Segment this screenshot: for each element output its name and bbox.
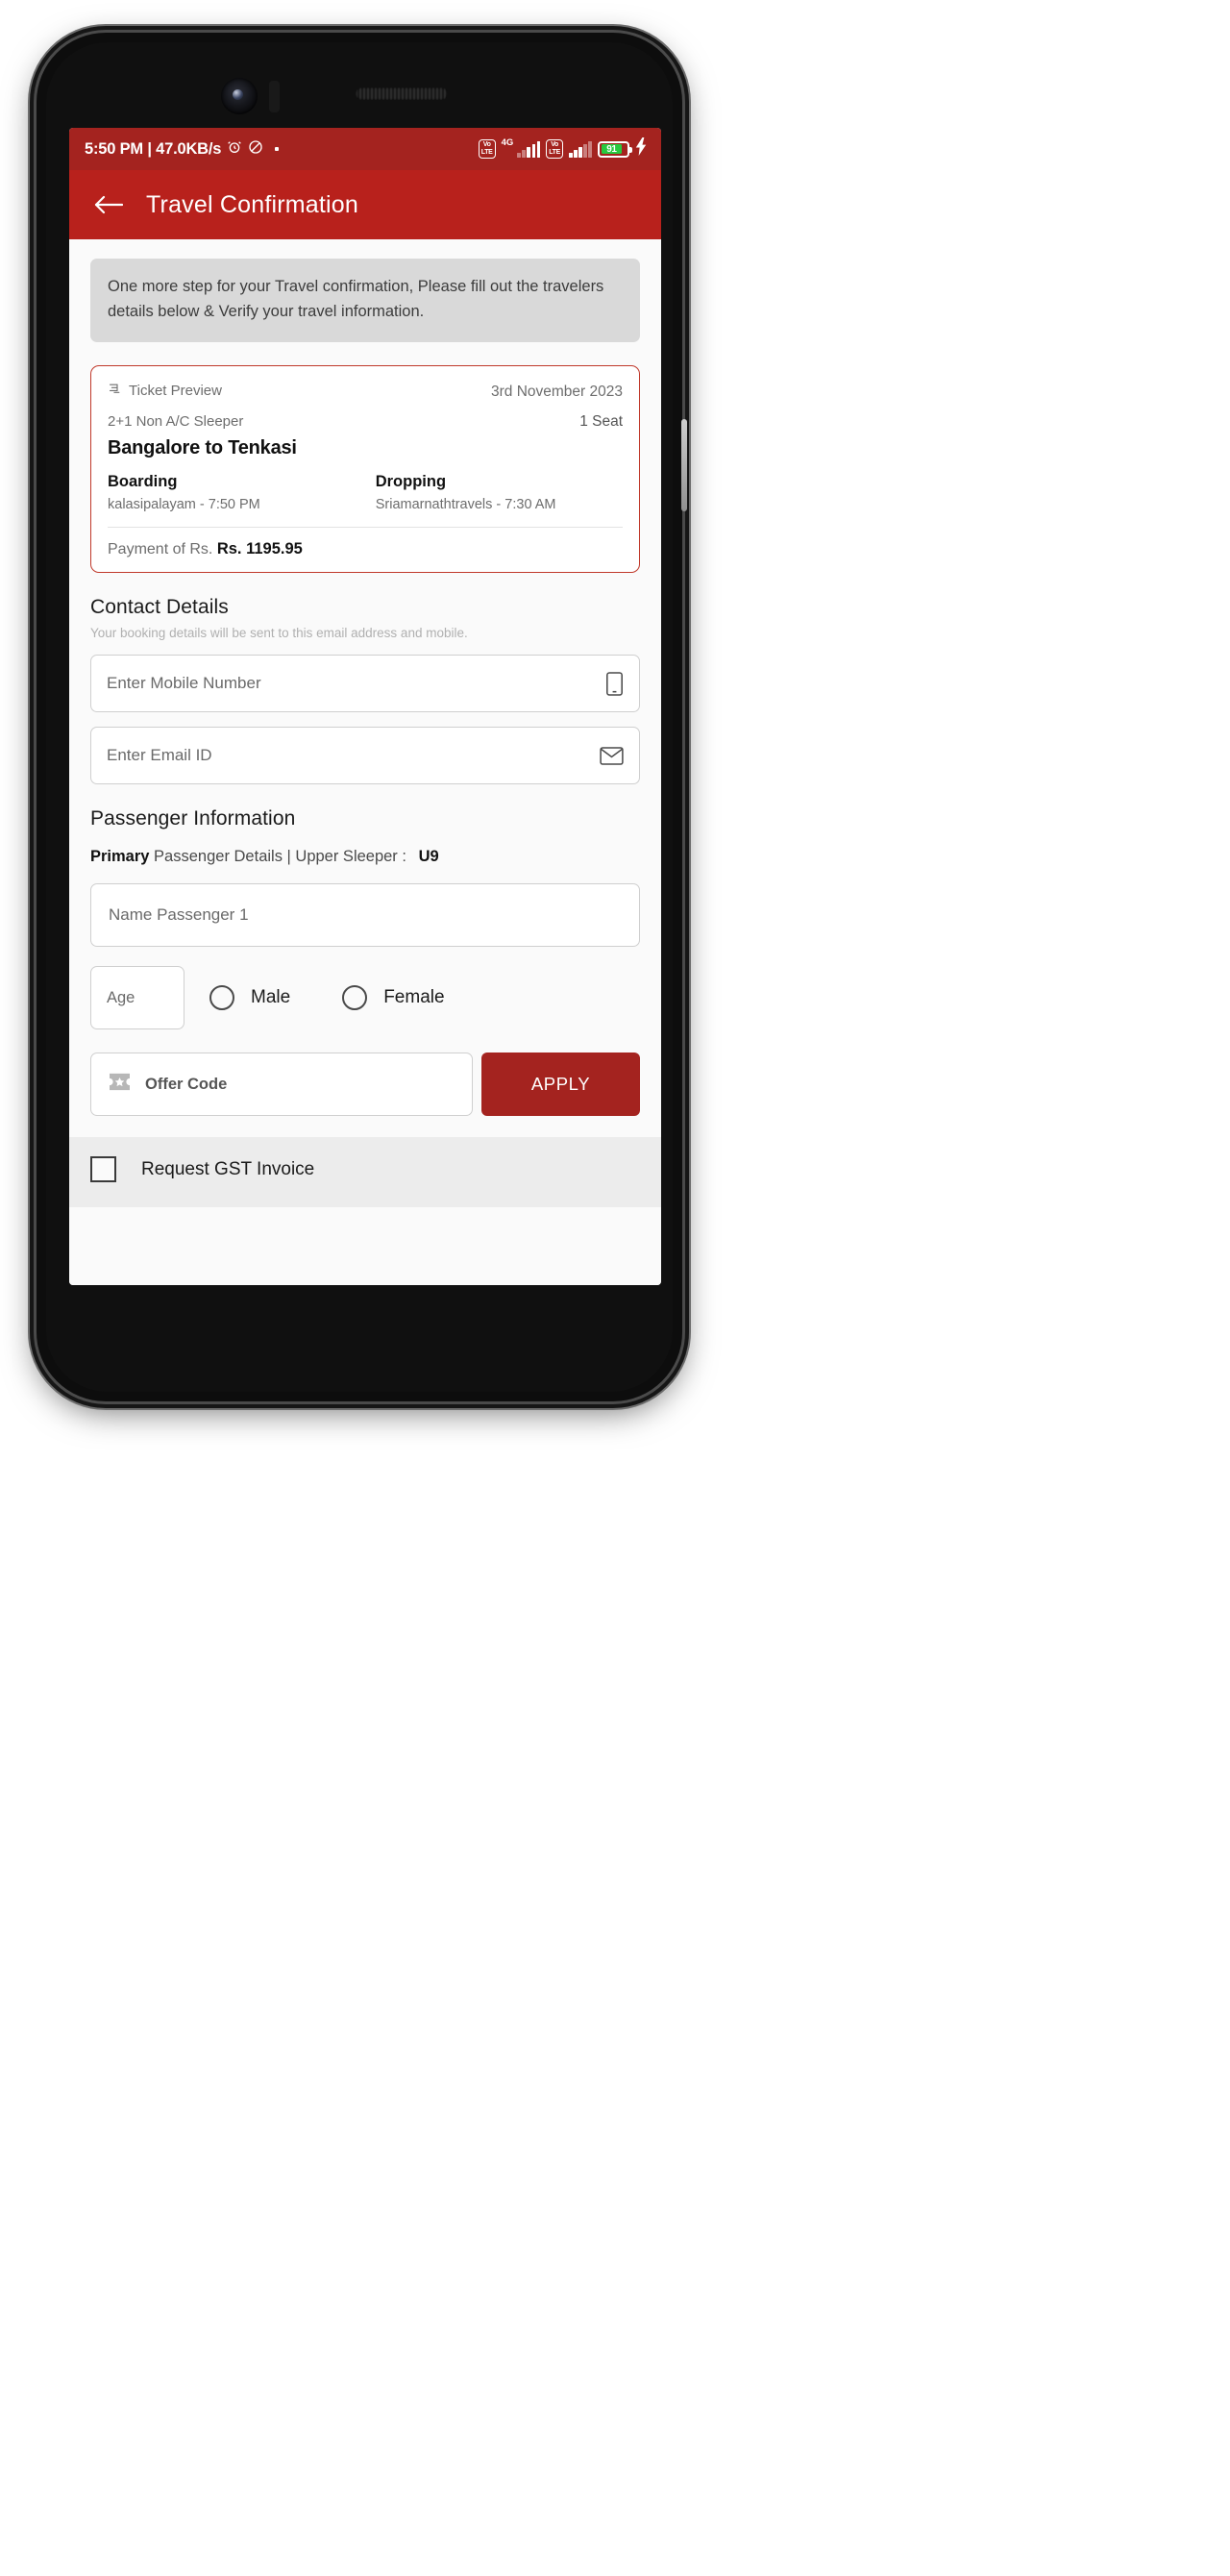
mobile-phone-icon	[605, 671, 624, 696]
status-time-and-speed: 5:50 PM | 47.0KB/s	[85, 139, 222, 158]
gst-invoice-row[interactable]: Request GST Invoice	[69, 1137, 661, 1208]
gender-radio-female[interactable]	[342, 985, 368, 1011]
app-bar: Travel Confirmation	[69, 170, 661, 239]
payment-prefix: Payment of Rs.	[108, 541, 213, 558]
primary-passenger-bold: Primary	[90, 848, 150, 866]
volte-icon-1: Vo LTE	[478, 138, 496, 160]
dropping-block: Dropping Sriamarnathtravels - 7:30 AM	[376, 473, 623, 512]
back-arrow-icon[interactable]	[94, 194, 123, 215]
offer-code-placeholder: Offer Code	[145, 1075, 228, 1093]
offer-code-input[interactable]: Offer Code	[90, 1053, 473, 1117]
battery-icon: 91	[598, 140, 632, 158]
gst-invoice-checkbox[interactable]	[90, 1156, 116, 1183]
earpiece-speaker	[356, 87, 448, 100]
alarm-clock-icon	[227, 139, 242, 160]
gst-invoice-label: Request GST Invoice	[141, 1158, 315, 1179]
age-placeholder: Age	[107, 988, 135, 1006]
seat-count: 1 Seat	[579, 413, 623, 431]
primary-passenger-line: Primary Passenger Details | Upper Sleepe…	[90, 848, 640, 866]
status-dot-icon	[275, 147, 280, 151]
network-type-4g-label: 4G	[501, 137, 514, 148]
contact-details-subtitle: Your booking details will be sent to thi…	[90, 626, 468, 641]
ticket-preview-card: Ticket Preview 3rd November 2023 2+1 Non…	[90, 365, 640, 574]
ticket-divider	[108, 527, 623, 529]
phone-frame: 5:50 PM | 47.0KB/s Vo LTE 4G Vo LTE 91 T…	[37, 33, 687, 1401]
payment-line: Payment of Rs. Rs. 1195.95	[108, 540, 623, 558]
mobile-number-placeholder: Enter Mobile Number	[107, 674, 261, 693]
status-bar: 5:50 PM | 47.0KB/s Vo LTE 4G Vo LTE 91	[69, 128, 661, 170]
ticket-star-icon	[108, 1072, 132, 1097]
payment-amount: Rs. 1195.95	[216, 540, 303, 558]
route-title: Bangalore to Tenkasi	[108, 437, 297, 459]
status-bar-left: 5:50 PM | 47.0KB/s	[85, 139, 280, 160]
email-placeholder: Enter Email ID	[107, 746, 212, 765]
age-input[interactable]: Age	[90, 966, 184, 1030]
main-content: One more step for your Travel confirmati…	[69, 239, 661, 1285]
passenger-name-input[interactable]: Name Passenger 1	[90, 883, 640, 948]
dropping-value: Sriamarnathtravels - 7:30 AM	[375, 497, 556, 513]
envelope-icon	[600, 746, 624, 765]
mobile-number-input[interactable]: Enter Mobile Number	[90, 655, 640, 713]
charging-bolt-icon	[635, 137, 648, 161]
gender-label-male[interactable]: Male	[251, 987, 290, 1008]
ticket-type-row: 2+1 Non A/C Sleeper 1 Seat	[108, 401, 623, 431]
ticket-header-row: Ticket Preview 3rd November 2023	[108, 382, 623, 401]
email-input[interactable]: Enter Email ID	[90, 727, 640, 785]
battery-percent-label: 91	[601, 144, 623, 155]
power-button[interactable]	[681, 419, 687, 511]
status-bar-right: Vo LTE 4G Vo LTE 91	[478, 137, 648, 161]
do-not-disturb-icon	[248, 139, 263, 160]
phone-screen: 5:50 PM | 47.0KB/s Vo LTE 4G Vo LTE 91 T…	[69, 128, 661, 1285]
offer-code-row: Offer Code APPLY	[90, 1053, 640, 1117]
front-camera-icon	[221, 78, 258, 114]
passenger-name-placeholder: Name Passenger 1	[109, 905, 249, 925]
signal-bars-icon-1	[517, 140, 541, 158]
dropping-label: Dropping	[375, 473, 447, 491]
bus-type: 2+1 Non A/C Sleeper	[108, 413, 244, 431]
boarding-label: Boarding	[108, 473, 178, 491]
info-notice-banner: One more step for your Travel confirmati…	[90, 259, 640, 343]
signal-bars-icon-2	[569, 140, 592, 158]
age-gender-row: Age Male Female	[90, 966, 640, 1030]
passenger-information-heading: Passenger Information	[90, 807, 296, 830]
page-title: Travel Confirmation	[146, 190, 358, 218]
apply-offer-button[interactable]: APPLY	[481, 1053, 640, 1117]
passenger-seat-number: U9	[418, 848, 439, 866]
bus-seat-icon	[108, 382, 122, 400]
contact-details-heading: Contact Details	[90, 596, 229, 619]
volte-icon-2: Vo LTE	[546, 138, 564, 160]
boarding-block: Boarding kalasipalayam - 7:50 PM	[108, 473, 376, 512]
ticket-preview-label: Ticket Preview	[129, 383, 222, 400]
primary-passenger-rest: Passenger Details | Upper Sleeper :	[149, 848, 411, 866]
gender-label-female[interactable]: Female	[383, 987, 444, 1008]
phone-inner-shell: 5:50 PM | 47.0KB/s Vo LTE 4G Vo LTE 91 T…	[46, 42, 673, 1392]
boarding-value: kalasipalayam - 7:50 PM	[108, 497, 260, 513]
ticket-date: 3rd November 2023	[491, 384, 623, 401]
proximity-sensor-icon	[269, 81, 280, 112]
gender-radio-male[interactable]	[209, 985, 234, 1011]
ticket-preview-label-wrap: Ticket Preview	[108, 382, 222, 400]
contact-details-section: Contact Details Your booking details wil…	[69, 596, 661, 1117]
boarding-dropping-wrap: Boarding kalasipalayam - 7:50 PM Droppin…	[108, 473, 623, 512]
